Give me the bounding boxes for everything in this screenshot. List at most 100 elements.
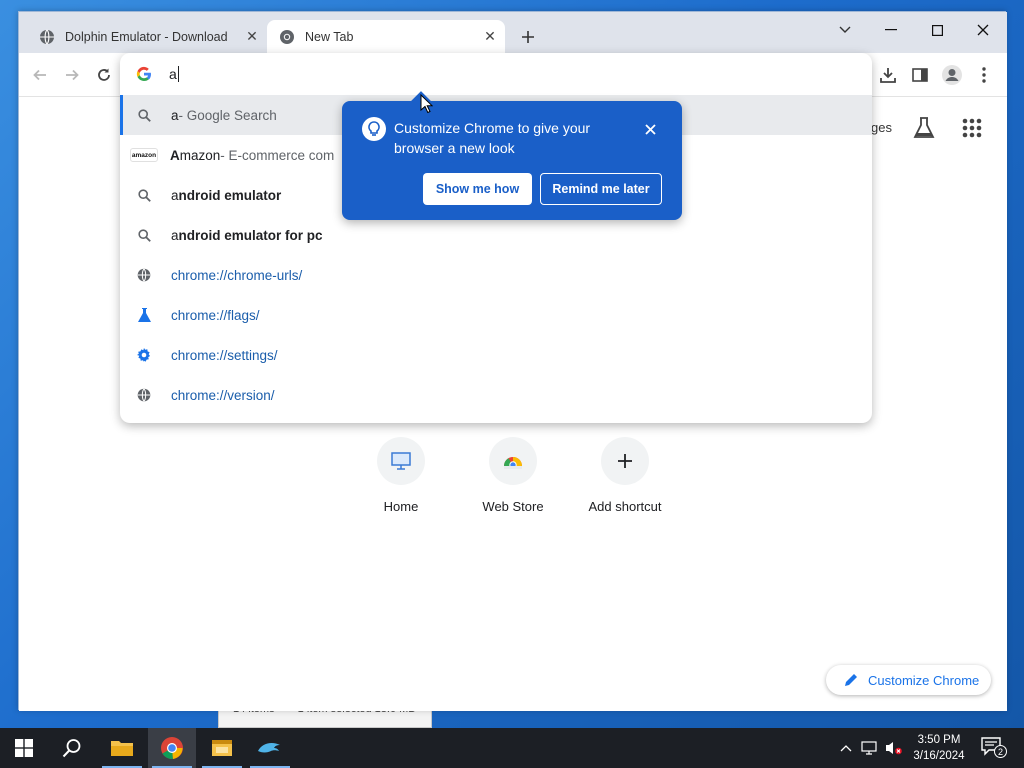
pencil-icon	[845, 674, 857, 686]
windows-icon	[15, 739, 33, 757]
start-button[interactable]	[0, 728, 48, 768]
arrow-right-icon	[66, 69, 79, 81]
amazon-logo-icon: amazon	[130, 148, 158, 162]
suggestion-chrome-settings[interactable]: chrome://settings/	[120, 335, 872, 375]
mouse-cursor-icon	[420, 93, 434, 119]
minimize-icon	[885, 29, 897, 31]
volume-muted-icon[interactable]	[884, 738, 904, 758]
suggestion-match: A	[170, 147, 180, 163]
search-button[interactable]	[48, 728, 96, 768]
shortcut-label: Web Store	[482, 499, 544, 514]
suggestion-match: a	[171, 227, 179, 243]
text-caret	[177, 66, 179, 82]
downloads-button[interactable]	[875, 62, 901, 88]
suggestion-match: a	[171, 187, 179, 203]
suggestion-chrome-urls[interactable]: chrome://chrome-urls/	[120, 255, 872, 295]
side-panel-icon	[912, 68, 928, 82]
globe-icon	[39, 29, 55, 45]
google-g-icon	[136, 66, 152, 82]
customize-chrome-promo: Customize Chrome to give your browser a …	[342, 91, 682, 220]
search-icon	[136, 187, 152, 203]
suggestion-description: - E-commerce com	[220, 147, 335, 163]
promo-close-button[interactable]	[640, 119, 660, 139]
notification-center-button[interactable]: 2	[980, 736, 1008, 760]
tab-title: New Tab	[305, 29, 354, 44]
web-store-icon	[489, 437, 537, 485]
search-icon	[62, 739, 81, 758]
show-me-how-button[interactable]: Show me how	[423, 173, 532, 205]
suggestion-url: chrome://flags/	[171, 307, 260, 323]
tab-dolphin-emulator[interactable]: Dolphin Emulator - Download ✕	[27, 20, 267, 53]
taskbar: 3:50 PM 3/16/2024 2	[0, 728, 1024, 768]
close-icon	[644, 123, 656, 135]
customize-chrome-button[interactable]: Customize Chrome	[826, 665, 991, 695]
address-bar[interactable]: a	[120, 53, 872, 95]
close-window-button[interactable]	[963, 16, 1003, 44]
suggestion-android-emulator-for-pc[interactable]: a ndroid emulator for pc	[120, 215, 872, 255]
promo-message: Customize Chrome to give your browser a …	[394, 120, 591, 156]
shortcut-label: Add shortcut	[588, 499, 662, 514]
menu-button[interactable]	[971, 62, 997, 88]
system-clock[interactable]: 3:50 PM 3/16/2024	[906, 732, 972, 764]
globe-icon	[136, 267, 152, 283]
tab-close-icon[interactable]: ✕	[479, 26, 501, 48]
avatar-icon	[942, 65, 962, 85]
search-icon	[136, 227, 152, 243]
suggestion-suffix: - Google Search	[178, 107, 277, 123]
dolphin-taskbar-button[interactable]	[246, 728, 294, 768]
shortcut-web-store[interactable]: Web Store	[457, 437, 569, 514]
plus-icon	[522, 31, 534, 43]
forward-button[interactable]	[59, 62, 85, 88]
chrome-taskbar-button[interactable]	[148, 728, 196, 768]
file-explorer-taskbar-button[interactable]	[98, 728, 146, 768]
suggestion-url: chrome://version/	[171, 387, 275, 403]
google-apps-icon[interactable]	[959, 115, 985, 141]
shortcut-home[interactable]: Home	[345, 437, 457, 514]
lightbulb-icon	[362, 117, 386, 141]
download-icon	[880, 68, 896, 83]
remind-me-later-button[interactable]: Remind me later	[540, 173, 662, 205]
profile-button[interactable]	[939, 62, 965, 88]
folder-icon	[111, 741, 133, 756]
suggestion-chrome-flags[interactable]: chrome://flags/	[120, 295, 872, 335]
suggestion-text: mazon	[179, 147, 221, 163]
shortcut-add[interactable]: Add shortcut	[569, 437, 681, 514]
new-tab-button[interactable]	[515, 24, 541, 50]
side-panel-button[interactable]	[907, 62, 933, 88]
explorer-window-taskbar-button[interactable]	[198, 728, 246, 768]
chrome-icon	[279, 29, 295, 45]
arrow-left-icon	[33, 69, 46, 81]
tab-close-icon[interactable]: ✕	[241, 26, 263, 48]
dolphin-icon	[258, 743, 280, 753]
tab-strip: Dolphin Emulator - Download ✕ New Tab ✕	[19, 12, 1007, 53]
notification-count-badge: 2	[994, 745, 1007, 758]
network-icon[interactable]	[860, 738, 880, 758]
maximize-button[interactable]	[917, 16, 957, 44]
shortcut-label: Home	[383, 499, 419, 514]
tab-new-tab[interactable]: New Tab ✕	[267, 20, 505, 53]
folder-window-icon	[212, 740, 232, 756]
chevron-down-icon	[839, 26, 851, 33]
back-button[interactable]	[27, 62, 53, 88]
tab-search-button[interactable]	[825, 16, 865, 44]
suggestion-chrome-version[interactable]: chrome://version/	[120, 375, 872, 415]
gear-icon	[136, 347, 152, 363]
omnibox-input[interactable]: a	[169, 66, 177, 82]
search-icon	[136, 107, 152, 123]
reload-button[interactable]	[91, 62, 117, 88]
labs-icon[interactable]	[911, 115, 937, 141]
monitor-icon	[377, 437, 425, 485]
maximize-icon	[931, 24, 943, 36]
images-link[interactable]: ges	[871, 120, 892, 135]
chrome-icon	[161, 737, 183, 760]
suggestion-url: chrome://chrome-urls/	[171, 267, 303, 283]
globe-icon	[136, 387, 152, 403]
three-dots-icon	[982, 67, 986, 83]
flask-icon	[136, 307, 152, 323]
minimize-button[interactable]	[871, 16, 911, 44]
suggestion-text: ndroid emulator for pc	[178, 227, 323, 243]
close-icon	[977, 24, 989, 36]
tab-title: Dolphin Emulator - Download	[65, 29, 228, 44]
plus-icon	[601, 437, 649, 485]
chevron-up-icon[interactable]	[836, 738, 856, 758]
